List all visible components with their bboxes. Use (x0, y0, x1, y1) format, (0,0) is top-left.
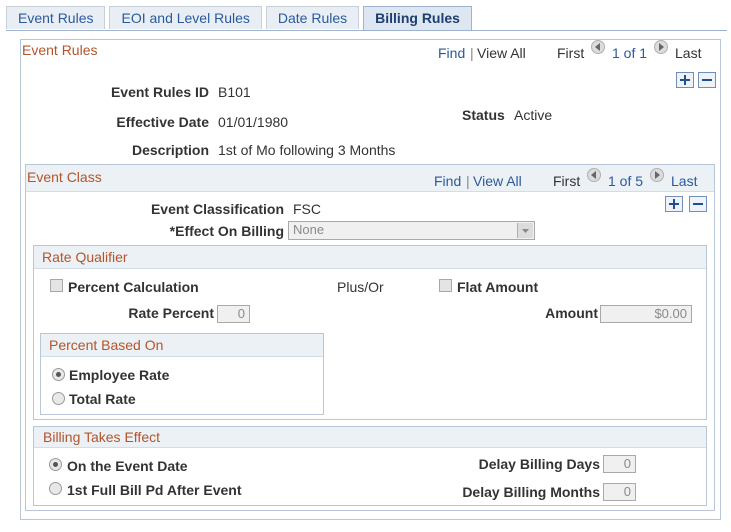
event-rules-view-all-link[interactable]: View All (477, 45, 526, 61)
page-tabs: Event Rules EOI and Level Rules Date Rul… (6, 6, 476, 31)
amount-value: $0.00 (654, 306, 687, 321)
status-value: Active (514, 107, 553, 123)
tab-divider (6, 30, 727, 31)
tab-event-rules[interactable]: Event Rules (6, 6, 106, 29)
event-class-first-label: First (553, 173, 581, 189)
effect-on-billing-value: None (293, 222, 325, 237)
event-rules-sep: | (470, 45, 474, 61)
event-class-sep: | (466, 173, 470, 189)
event-rules-id-value: B101 (218, 84, 251, 100)
percent-based-on-title: Percent Based On (49, 337, 164, 353)
event-rules-first-label: First (557, 45, 585, 61)
on-event-date-radio[interactable] (49, 458, 62, 471)
event-class-pager: 1 of 5 (608, 173, 644, 189)
event-class-find-link[interactable]: Find (434, 173, 461, 189)
effective-date-label: Effective Date (116, 114, 209, 130)
event-class-view-all-link[interactable]: View All (473, 173, 522, 189)
add-row-icon[interactable] (665, 196, 683, 212)
event-rules-find-link[interactable]: Find (438, 45, 465, 61)
percent-calculation-label: Percent Calculation (68, 279, 199, 295)
delete-row-icon[interactable] (698, 72, 716, 88)
percent-calculation-checkbox[interactable] (50, 279, 63, 292)
total-rate-label: Total Rate (69, 391, 136, 407)
next-icon[interactable] (654, 40, 668, 54)
flat-amount-label: Flat Amount (457, 279, 539, 295)
amount-label: Amount (545, 305, 598, 321)
rate-percent-input[interactable]: 0 (217, 305, 250, 323)
event-class-last-link[interactable]: Last (671, 173, 697, 189)
status-label: Status (462, 107, 505, 123)
previous-icon[interactable] (587, 168, 601, 182)
billing-takes-effect-title: Billing Takes Effect (43, 429, 160, 445)
effect-on-billing-label: *Effect On Billing (169, 223, 284, 239)
delay-billing-days-value: 0 (623, 456, 631, 471)
tab-eoi-level-rules[interactable]: EOI and Level Rules (109, 6, 262, 29)
tab-date-rules[interactable]: Date Rules (265, 6, 360, 29)
rate-qualifier-title: Rate Qualifier (42, 249, 128, 265)
description-label: Description (131, 142, 209, 158)
delay-billing-months-value: 0 (623, 484, 631, 499)
event-rules-id-label: Event Rules ID (110, 84, 209, 100)
next-icon[interactable] (650, 168, 664, 182)
event-rules-title: Event Rules (22, 42, 98, 58)
first-full-bill-radio[interactable] (49, 482, 62, 495)
employee-rate-label: Employee Rate (69, 367, 170, 383)
event-classification-value: FSC (293, 201, 321, 217)
effect-on-billing-select[interactable]: None (288, 221, 535, 240)
effective-date-value: 01/01/1980 (218, 114, 289, 130)
delay-billing-months-label: Delay Billing Months (462, 484, 600, 500)
amount-input[interactable]: $0.00 (600, 305, 692, 323)
delay-billing-days-input[interactable]: 0 (603, 455, 636, 473)
on-event-date-label: On the Event Date (67, 458, 188, 474)
event-rules-last-label: Last (675, 45, 702, 61)
description-value: 1st of Mo following 3 Months (218, 142, 396, 158)
plus-or-label: Plus/Or (337, 279, 384, 295)
add-row-icon[interactable] (676, 72, 694, 88)
tab-billing-rules[interactable]: Billing Rules (363, 6, 472, 31)
event-rules-pager: 1 of 1 (612, 45, 648, 61)
first-full-bill-label: 1st Full Bill Pd After Event (67, 482, 242, 498)
delete-row-icon[interactable] (689, 196, 707, 212)
delay-billing-days-label: Delay Billing Days (478, 456, 600, 472)
chevron-down-icon (517, 223, 533, 238)
employee-rate-radio[interactable] (52, 368, 65, 381)
delay-billing-months-input[interactable]: 0 (603, 483, 636, 501)
event-class-title: Event Class (27, 169, 102, 185)
event-classification-label: Event Classification (150, 201, 284, 217)
previous-icon[interactable] (591, 40, 605, 54)
flat-amount-checkbox[interactable] (439, 279, 452, 292)
rate-percent-value: 0 (237, 306, 245, 321)
total-rate-radio[interactable] (52, 392, 65, 405)
rate-qualifier-header (34, 246, 706, 269)
rate-percent-label: Rate Percent (128, 305, 214, 321)
